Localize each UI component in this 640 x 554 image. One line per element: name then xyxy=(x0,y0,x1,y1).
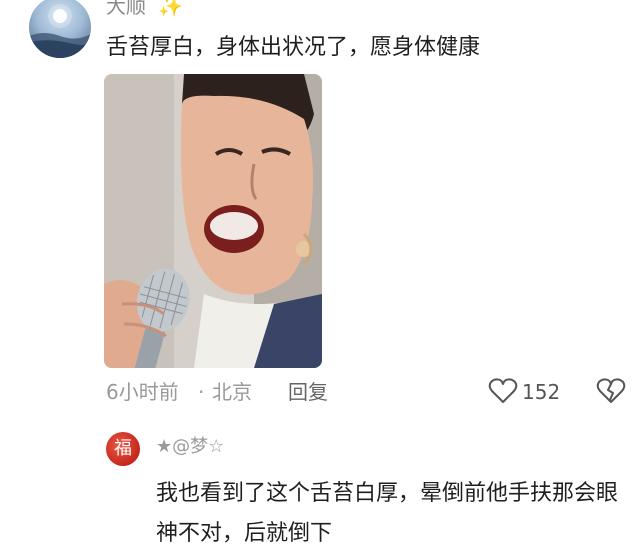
broken-heart-icon xyxy=(596,378,626,403)
sparkle-emoji: ✨ xyxy=(158,0,183,18)
reply-button[interactable]: 回复 xyxy=(288,378,328,406)
avatar-image xyxy=(29,4,91,58)
avatar[interactable] xyxy=(29,0,91,58)
heart-outline-icon xyxy=(488,378,518,403)
like-count: 152 xyxy=(522,380,561,404)
comment-thread: { "comment": { "username": "大顺", "userna… xyxy=(0,0,640,549)
reply-avatar[interactable]: 福 xyxy=(106,432,140,466)
meta-separator: · xyxy=(198,380,205,404)
comment-text: 舌苔厚白，身体出状况了，愿身体健康 xyxy=(106,35,481,60)
comment-time: 6小时前 xyxy=(106,380,179,404)
username[interactable]: 大顺 xyxy=(106,0,146,18)
reply-text: 我也看到了这个舌苔白厚，晕倒前他手扶那会眼神不对，后就倒下 xyxy=(156,481,619,546)
dislike-button[interactable] xyxy=(596,376,626,406)
comment-location: 北京 xyxy=(212,380,252,404)
like-button[interactable] xyxy=(488,376,518,406)
person-with-microphone-photo xyxy=(104,74,322,368)
reply-username[interactable]: ★@梦☆ xyxy=(156,434,224,460)
comment-image[interactable] xyxy=(104,74,322,368)
